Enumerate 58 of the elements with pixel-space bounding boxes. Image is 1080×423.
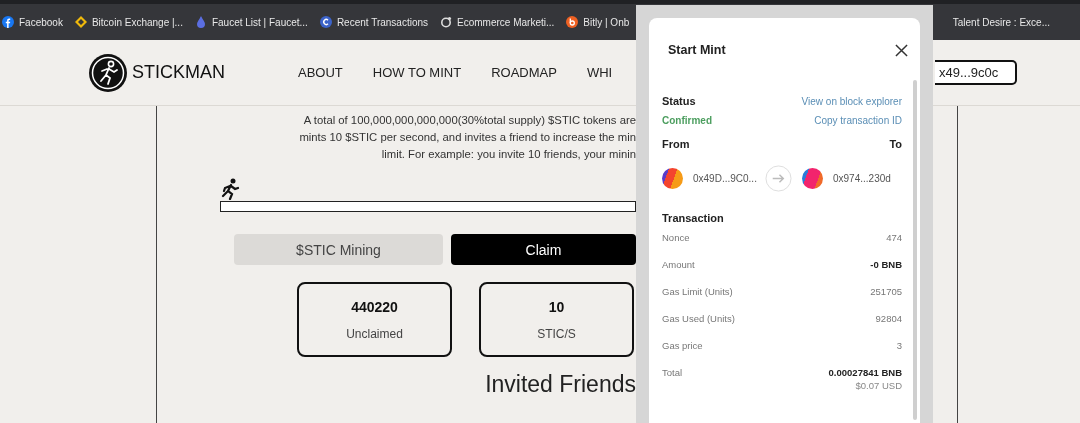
description-text: A total of 100,000,000,000,000(30%total supply) $STIC tokens are bbox=[302, 113, 636, 128]
ring-icon bbox=[440, 16, 453, 28]
account-avatar bbox=[662, 167, 683, 189]
account-avatar bbox=[802, 167, 823, 189]
description-text: mints 10 $STIC per second, and invites a friend to increase the min bbox=[298, 130, 636, 145]
stat-label: Unclaimed bbox=[346, 326, 403, 341]
bookmark-link[interactable]: Bitly | Onb bbox=[566, 16, 630, 28]
diamond-icon bbox=[74, 16, 87, 28]
tab[interactable]: Claim bbox=[451, 234, 636, 265]
dialog-title: Start Mint bbox=[668, 43, 726, 57]
stat-value: 440220 bbox=[351, 298, 398, 315]
bookmark-link[interactable]: Bitcoin Exchange |... bbox=[74, 16, 183, 28]
runner-logo-icon bbox=[88, 52, 128, 93]
nav-link[interactable]: HOW TO MINT bbox=[372, 65, 462, 80]
tab[interactable]: $STIC Mining bbox=[234, 234, 443, 265]
bookmark-link[interactable]: Talent Desire : Exce... bbox=[952, 16, 1050, 28]
drop-icon bbox=[194, 16, 207, 28]
copy-id-link[interactable]: Copy transaction ID bbox=[814, 115, 902, 126]
from-label: From bbox=[662, 138, 690, 150]
detail-value: 251705 bbox=[870, 286, 902, 297]
detail-label: Total bbox=[662, 367, 683, 378]
detail-label: Nonce bbox=[662, 232, 690, 243]
detail-value: 0.00027841 BNB bbox=[828, 367, 902, 378]
status-value: Confirmed bbox=[662, 115, 712, 126]
b-circle-icon bbox=[566, 16, 579, 28]
from-address: 0x49D...9C0... bbox=[693, 172, 758, 184]
nav-link[interactable]: ROADMAP bbox=[491, 65, 557, 80]
detail-label: Amount bbox=[662, 259, 695, 270]
detail-label: Gas Used (Units) bbox=[662, 313, 735, 324]
nav-link[interactable]: ABOUT bbox=[298, 65, 343, 80]
status-label: Status bbox=[662, 95, 696, 107]
bookmark-link[interactable]: Ecommerce Marketi... bbox=[440, 16, 555, 28]
detail-value: 474 bbox=[886, 232, 902, 243]
detail-value: 3 bbox=[896, 340, 902, 351]
close-icon[interactable] bbox=[895, 43, 908, 57]
bookmark-link[interactable]: Faucet List | Faucet... bbox=[194, 16, 308, 28]
nav-link[interactable]: WHI bbox=[586, 65, 613, 80]
to-label: To bbox=[889, 138, 902, 150]
section-heading: Invited Friends bbox=[484, 371, 636, 398]
explorer-link[interactable]: View on block explorer bbox=[801, 95, 902, 107]
stat-label: STIC/S bbox=[537, 326, 576, 341]
detail-label: Gas price bbox=[662, 340, 703, 351]
f-circle-icon bbox=[2, 16, 14, 28]
description-text: limit. For example: you invite 10 friends, your minin bbox=[380, 147, 636, 162]
stat-value: 10 bbox=[548, 298, 565, 315]
detail-subvalue: $0.07 USD bbox=[855, 380, 902, 391]
runner-icon bbox=[220, 178, 240, 200]
wallet-button[interactable]: x49...9c0c bbox=[935, 60, 1017, 85]
bookmark-link[interactable]: Facebook bbox=[2, 16, 63, 28]
scrollbar[interactable] bbox=[913, 80, 917, 420]
section-title: Transaction bbox=[662, 212, 725, 224]
detail-value: 92804 bbox=[875, 313, 902, 324]
bookmark-link[interactable]: Recent Transactions bbox=[319, 16, 429, 28]
c-circle-icon bbox=[319, 16, 332, 28]
logo-text[interactable]: STICKMAN bbox=[132, 62, 225, 83]
detail-value: -0 BNB bbox=[870, 259, 902, 270]
detail-label: Gas Limit (Units) bbox=[662, 286, 733, 297]
to-address: 0x974...230d bbox=[833, 172, 892, 184]
